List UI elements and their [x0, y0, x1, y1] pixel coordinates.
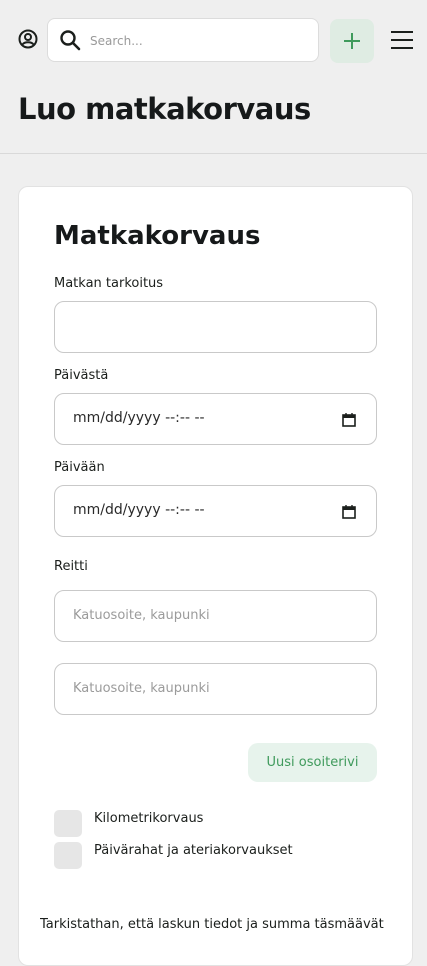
menu-icon[interactable]	[390, 28, 414, 52]
to-date-value: mm/dd/yyyy --:-- --	[73, 502, 205, 518]
per-diem-checkbox-label: Päivärahat ja ateriakorvaukset	[94, 843, 293, 858]
add-button[interactable]	[330, 19, 374, 63]
purpose-label: Matkan tarkoitus	[54, 276, 164, 291]
search-box[interactable]	[47, 18, 319, 62]
to-date-input[interactable]: mm/dd/yyyy --:-- --	[54, 485, 377, 537]
search-input[interactable]	[88, 27, 312, 55]
search-icon	[58, 28, 82, 52]
mileage-checkbox-label: Kilometrikorvaus	[94, 811, 204, 826]
from-date-label: Päivästä	[54, 368, 109, 383]
from-date-input[interactable]: mm/dd/yyyy --:-- --	[54, 393, 377, 445]
route-address-input[interactable]: Katuosoite, kaupunki	[54, 590, 377, 642]
per-diem-checkbox[interactable]	[54, 842, 82, 869]
mileage-checkbox[interactable]	[54, 810, 82, 837]
divider	[0, 153, 427, 154]
purpose-input[interactable]	[54, 301, 377, 353]
calendar-icon[interactable]	[342, 504, 356, 519]
travel-claim-form: Matkakorvaus Matkan tarkoitus Päivästä m…	[18, 186, 413, 966]
form-title: Matkakorvaus	[54, 221, 261, 251]
to-date-label: Päivään	[54, 460, 105, 475]
route-address-input[interactable]: Katuosoite, kaupunki	[54, 663, 377, 715]
user-profile-icon[interactable]	[17, 28, 39, 50]
address-placeholder: Katuosoite, kaupunki	[73, 608, 210, 623]
route-label: Reitti	[54, 559, 88, 574]
calendar-icon[interactable]	[342, 412, 356, 427]
top-bar	[0, 0, 427, 80]
from-date-value: mm/dd/yyyy --:-- --	[73, 410, 205, 426]
add-address-row-button[interactable]: Uusi osoiterivi	[248, 743, 377, 782]
plus-icon	[344, 33, 360, 49]
page-title: Luo matkakorvaus	[18, 92, 311, 126]
address-placeholder: Katuosoite, kaupunki	[73, 681, 210, 696]
